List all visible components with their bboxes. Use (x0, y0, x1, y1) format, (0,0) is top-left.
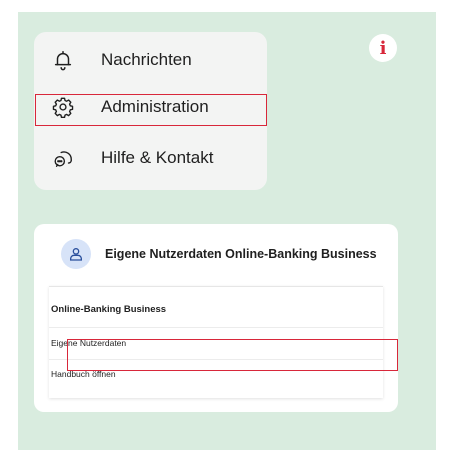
link-handbuch-oeffnen[interactable]: Handbuch öffnen (51, 369, 116, 379)
bell-icon (51, 48, 75, 72)
menu-item-label: Nachrichten (101, 50, 192, 69)
link-eigene-nutzerdaten[interactable]: Eigene Nutzerdaten (51, 338, 126, 348)
card-header: Eigene Nutzerdaten Online-Banking Busine… (61, 239, 377, 269)
user-icon (61, 239, 91, 269)
divider (49, 359, 383, 360)
link-list: Online-Banking Business Eigene Nutzerdat… (49, 286, 383, 398)
menu-item-nachrichten[interactable]: Nachrichten (34, 43, 267, 77)
section-header: Online-Banking Business (51, 304, 167, 315)
help-chat-icon (51, 146, 75, 170)
info-symbol: i (379, 37, 387, 59)
menu-item-label: Hilfe & Kontakt (101, 148, 214, 167)
user-data-card: Eigene Nutzerdaten Online-Banking Busine… (34, 224, 398, 412)
menu-card: Nachrichten Administration Hilfe & Konta… (34, 32, 267, 190)
info-icon[interactable]: i (369, 34, 397, 62)
menu-item-label: Administration (101, 97, 209, 116)
card-title: Eigene Nutzerdaten Online-Banking Busine… (105, 247, 377, 261)
menu-item-hilfe-kontakt[interactable]: Hilfe & Kontakt (34, 141, 267, 175)
divider (49, 327, 383, 328)
menu-item-administration[interactable]: Administration (34, 90, 267, 124)
gear-icon (51, 95, 75, 119)
